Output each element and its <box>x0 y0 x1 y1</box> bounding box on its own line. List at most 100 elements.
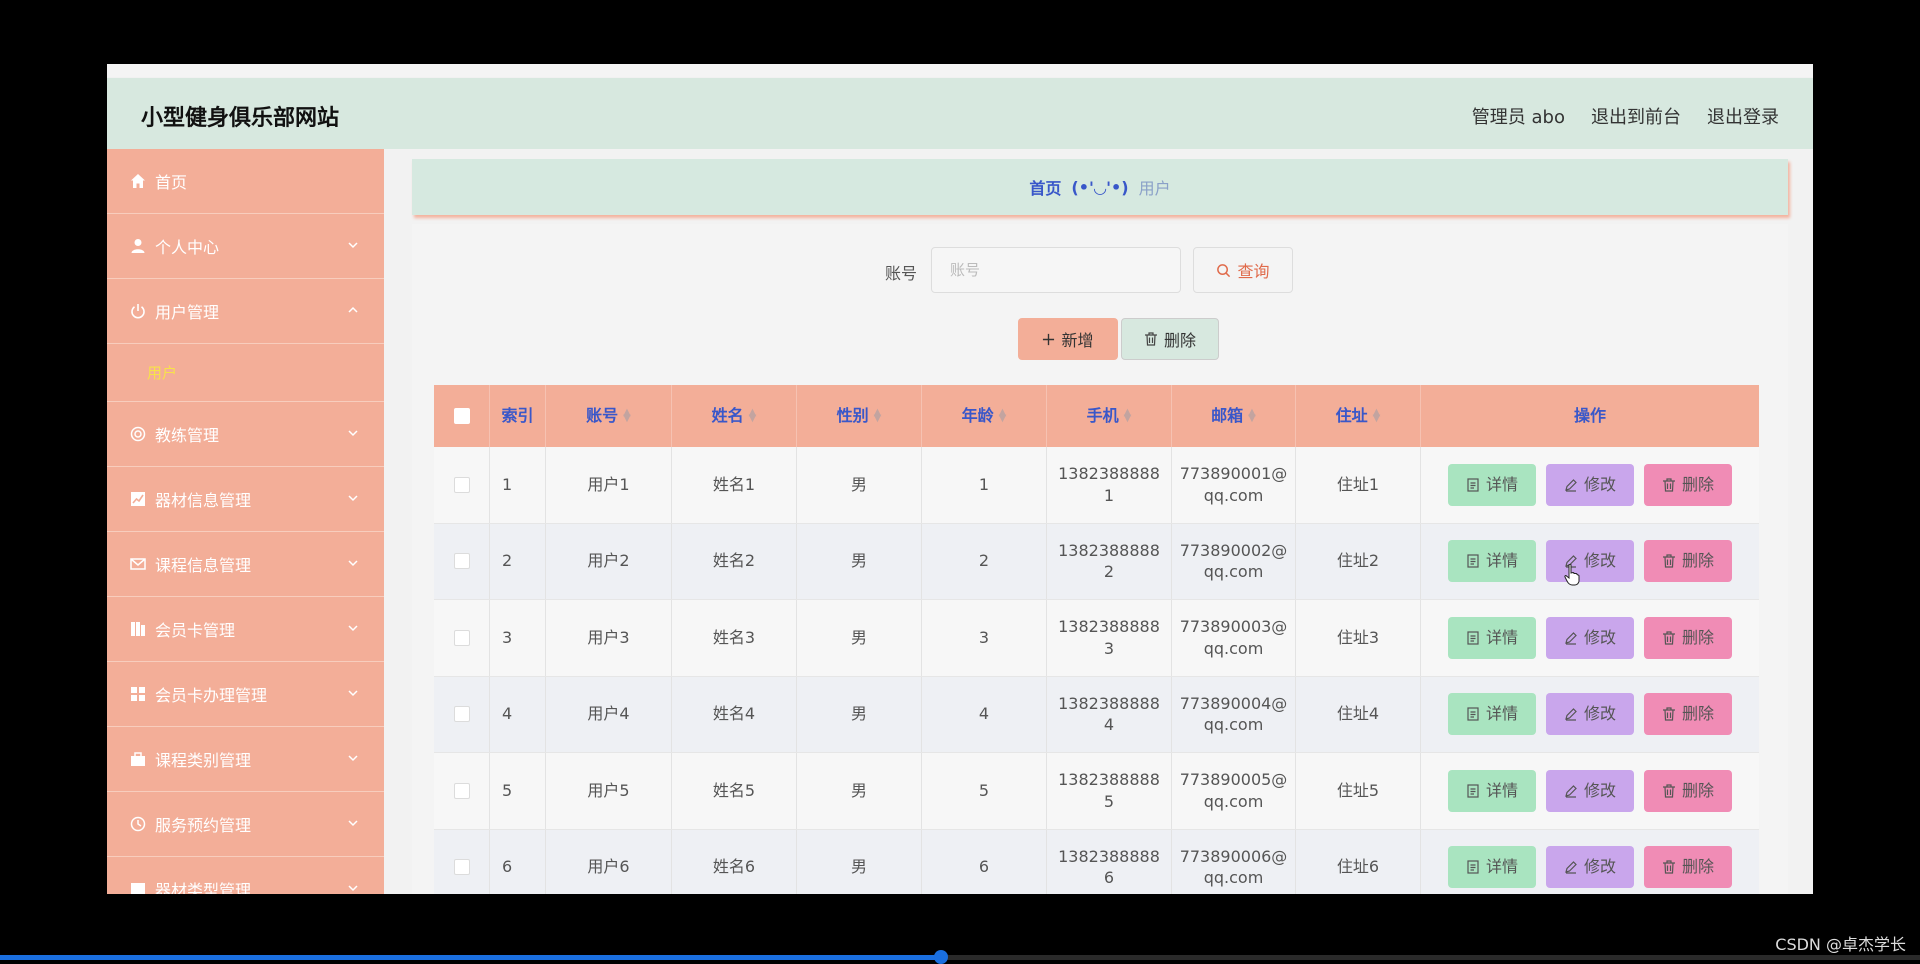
edit-button[interactable]: 修改 <box>1546 616 1634 659</box>
sidebar-item-member-card-processing[interactable]: 会员卡办理管理 <box>107 662 384 727</box>
sidebar-item-member-card[interactable]: 会员卡管理 <box>107 597 384 662</box>
content-panel: 账号 查询 新增 删除 索引 <box>412 224 1788 894</box>
sidebar-item-personal-center[interactable]: 个人中心 <box>107 214 384 279</box>
table-cell: 住址4 <box>1296 676 1421 752</box>
logout-link[interactable]: 退出登录 <box>1707 103 1779 129</box>
table-cell: 男 <box>797 523 922 599</box>
sidebar-subitem-users[interactable]: 用户 <box>107 344 384 402</box>
search-input[interactable] <box>931 247 1181 293</box>
cell-gender: 男 <box>850 474 867 494</box>
table-cell: 3 <box>922 600 1047 676</box>
sidebar-item-coach-management[interactable]: 教练管理 <box>107 402 384 467</box>
view-button[interactable]: 详情 <box>1448 846 1536 889</box>
cell-address: 住址3 <box>1336 627 1380 647</box>
cell-index: 1 <box>502 474 513 494</box>
cell-phone: 1382388888 1 <box>1058 464 1160 505</box>
column-header-age[interactable]: 年龄 ▲ ▼ <box>922 385 1047 447</box>
table-row: 4 用户4 姓名4 男 4 1382388888 4 773890004@ qq.com 住址4 详… <box>434 676 1759 753</box>
delete-button[interactable]: 删除 <box>1644 540 1732 583</box>
view-button[interactable]: 详情 <box>1448 463 1536 506</box>
select-all-checkbox[interactable] <box>453 408 470 424</box>
breadcrumb-home-link[interactable]: 首页 <box>1029 175 1061 199</box>
delete-button[interactable]: 删除 <box>1644 693 1732 736</box>
video-progress-knob[interactable] <box>933 950 948 964</box>
edit-button[interactable]: 修改 <box>1546 693 1634 736</box>
sidebar-item-user-management[interactable]: 用户管理 <box>107 279 384 344</box>
cell-phone: 1382388888 3 <box>1058 617 1160 658</box>
table-row: 5 用户5 姓名5 男 5 1382388888 5 773890005@ qq.com 住址5 详… <box>434 753 1759 830</box>
cell-gender: 男 <box>850 551 867 571</box>
cell-index: 5 <box>502 780 513 800</box>
column-header-gender[interactable]: 性别 ▲ ▼ <box>797 385 922 447</box>
table-cell: 姓名6 <box>672 829 797 894</box>
cell-index: 4 <box>502 704 513 724</box>
delete-button[interactable]: 删除 <box>1644 463 1732 506</box>
search-button-label: 查询 <box>1237 262 1270 281</box>
cell-name: 姓名2 <box>712 551 756 571</box>
view-button[interactable]: 详情 <box>1448 616 1536 659</box>
row-checkbox[interactable] <box>453 553 470 570</box>
grid-icon <box>129 685 147 703</box>
cell-account: 用户5 <box>587 780 630 800</box>
view-button[interactable]: 详情 <box>1448 769 1536 812</box>
delete-button[interactable]: 删除 <box>1644 769 1732 812</box>
edit-button[interactable]: 修改 <box>1546 540 1634 583</box>
breadcrumb: 首页 (•'◡'•) 用户 <box>412 159 1788 215</box>
sidebar-item-label: 器材信息管理 <box>155 491 252 510</box>
cell-name: 姓名5 <box>712 780 756 800</box>
cell-address: 住址2 <box>1336 551 1380 571</box>
table-cell: 3 <box>490 600 546 676</box>
sidebar-item-equipment-type[interactable]: 器材类型管理 <box>107 857 384 894</box>
plus-icon <box>1043 333 1055 345</box>
row-checkbox[interactable] <box>453 629 470 646</box>
exit-to-frontend-link[interactable]: 退出到前台 <box>1591 103 1681 129</box>
column-header-name[interactable]: 姓名 ▲ ▼ <box>672 385 797 447</box>
sidebar-item-home[interactable]: 首页 <box>107 149 384 214</box>
table-cell: 详情 修改 删除 <box>1421 447 1759 523</box>
view-button[interactable]: 详情 <box>1448 693 1536 736</box>
sidebar-item-course-info[interactable]: 课程信息管理 <box>107 532 384 597</box>
table-cell: 1382388888 5 <box>1047 753 1172 829</box>
row-checkbox[interactable] <box>453 706 470 723</box>
edit-button[interactable]: 修改 <box>1546 463 1634 506</box>
cell-age: 3 <box>978 627 990 647</box>
sidebar-item-service-booking[interactable]: 服务预约管理 <box>107 792 384 857</box>
table-cell: 住址2 <box>1296 523 1421 599</box>
table-cell: 773890005@ qq.com <box>1172 753 1296 829</box>
user-table: 索引 账号 ▲ ▼ 姓名 ▲ ▼ 性别 ▲ ▼ 年龄 ▲ ▼ 手机 ▲ ▼ 邮箱 ▲ ▼ 住址 ▲ ▼ 操作… <box>434 385 1759 894</box>
column-header-email[interactable]: 邮箱 ▲ ▼ <box>1172 385 1296 447</box>
delete-button[interactable]: 删除 <box>1644 846 1732 889</box>
edit-button[interactable]: 修改 <box>1546 769 1634 812</box>
column-header-address[interactable]: 住址 ▲ ▼ <box>1296 385 1421 447</box>
sidebar-item-course-category[interactable]: 课程类别管理 <box>107 727 384 792</box>
search-label: 账号 <box>885 264 918 283</box>
column-header-phone[interactable]: 手机 ▲ ▼ <box>1047 385 1172 447</box>
table-cell: 5 <box>490 753 546 829</box>
row-checkbox[interactable] <box>453 782 470 799</box>
table-cell: 男 <box>797 829 922 894</box>
main-content: 首页 (•'◡'•) 用户 账号 查询 新增 删除 <box>384 149 1813 894</box>
sort-icon: ▲ ▼ <box>748 407 757 424</box>
sidebar-item-equipment-info[interactable]: 器材信息管理 <box>107 467 384 532</box>
chevron-down-icon <box>348 495 358 502</box>
document-icon <box>1467 631 1479 645</box>
table-cell: 773890004@ qq.com <box>1172 676 1296 752</box>
table-row: 1 用户1 姓名1 男 1 1382388888 1 773890001@ qq.com 住址1 详… <box>434 447 1759 524</box>
cell-age: 6 <box>978 857 990 877</box>
sidebar-item-label: 用户管理 <box>155 303 220 322</box>
column-header-account[interactable]: 账号 ▲ ▼ <box>546 385 672 447</box>
table-cell: 1382388888 2 <box>1047 523 1172 599</box>
delete-button[interactable]: 删除 <box>1644 616 1732 659</box>
briefcase-icon <box>129 750 147 768</box>
view-button[interactable]: 详情 <box>1448 540 1536 583</box>
sidebar-item-label: 首页 <box>155 173 188 192</box>
cell-email: 773890003@ qq.com <box>1179 617 1288 658</box>
row-checkbox[interactable] <box>453 476 470 493</box>
batch-delete-button[interactable]: 删除 <box>1121 318 1219 360</box>
document-icon <box>1467 860 1479 874</box>
edit-button[interactable]: 修改 <box>1546 846 1634 889</box>
row-checkbox[interactable] <box>453 859 470 876</box>
add-button[interactable]: 新增 <box>1018 318 1118 360</box>
sidebar-item-label: 教练管理 <box>155 426 220 445</box>
search-button[interactable]: 查询 <box>1193 247 1293 293</box>
